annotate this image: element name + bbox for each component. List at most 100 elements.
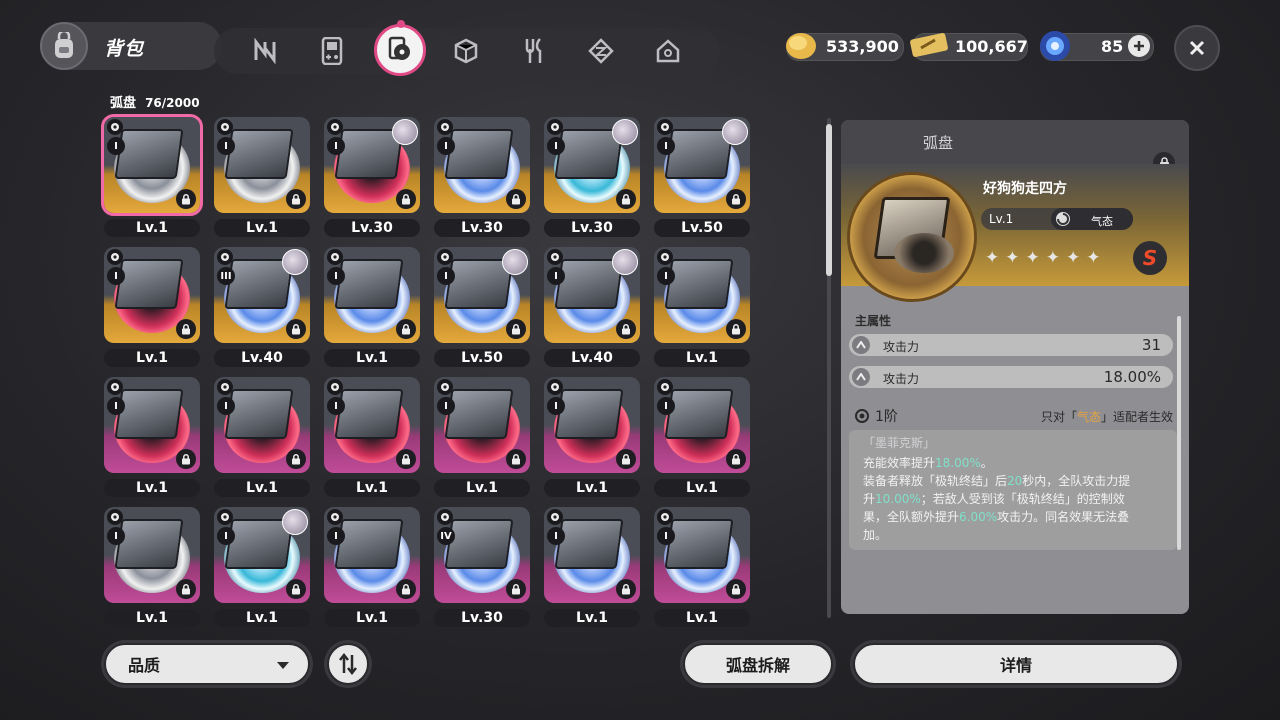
disc-card[interactable]: I — [544, 247, 640, 343]
tab-food[interactable] — [511, 28, 557, 74]
lock-icon[interactable] — [176, 579, 196, 599]
tab-boxes[interactable] — [443, 28, 489, 74]
close-icon — [1189, 40, 1205, 56]
attribute-icon — [437, 379, 453, 395]
detail-scrollbar[interactable] — [1177, 316, 1181, 550]
disc-card[interactable]: I — [654, 117, 750, 213]
lock-icon[interactable] — [286, 449, 306, 469]
disc-card[interactable]: I — [654, 507, 750, 603]
lock-icon[interactable] — [616, 189, 636, 209]
disc-case — [114, 519, 184, 569]
disc-card[interactable]: I — [434, 247, 530, 343]
lock-icon[interactable] — [616, 319, 636, 339]
tab-modules[interactable] — [578, 28, 624, 74]
disc-card[interactable]: IV — [434, 507, 530, 603]
disc-card[interactable]: I — [104, 377, 200, 473]
lock-icon[interactable] — [726, 319, 746, 339]
character-portrait-icon — [612, 249, 638, 275]
inventory-count-value: 76/2000 — [145, 96, 200, 110]
attribute-icon — [437, 509, 453, 525]
details-button[interactable]: 详情 — [853, 643, 1179, 685]
lock-icon[interactable] — [726, 579, 746, 599]
disc-name: 好狗狗走四方 — [983, 181, 1067, 197]
disc-card[interactable]: I — [324, 117, 420, 213]
rank-badge: I — [657, 527, 675, 545]
disc-card[interactable]: I — [434, 377, 530, 473]
lock-icon[interactable] — [286, 579, 306, 599]
sort-order-button[interactable] — [327, 643, 369, 685]
disc-card[interactable]: I — [214, 377, 310, 473]
rank-badge: I — [217, 527, 235, 545]
effect-text: 果，全队额外提升 — [863, 510, 960, 524]
disc-level-label: Lv.1 — [654, 609, 750, 627]
lock-icon[interactable] — [176, 319, 196, 339]
sort-label: 品质 — [128, 656, 161, 675]
set-effect-text: 充能效率提升18.00%。 装备者释放「极轨终结」后20秒内，全队攻击力提 升10.… — [863, 454, 1169, 544]
dismantle-button[interactable]: 弧盘拆解 — [683, 643, 833, 685]
disc-card[interactable]: I — [324, 377, 420, 473]
lock-icon[interactable] — [396, 319, 416, 339]
lock-icon[interactable] — [506, 449, 526, 469]
disc-card[interactable]: I — [214, 117, 310, 213]
rank-badge: I — [107, 137, 125, 155]
lock-icon[interactable] — [396, 189, 416, 209]
disc-card[interactable]: I — [544, 117, 640, 213]
lock-icon[interactable] — [726, 449, 746, 469]
tab-devices[interactable] — [309, 28, 355, 74]
tab-furniture[interactable] — [645, 28, 691, 74]
attribute-icon — [217, 119, 233, 135]
lock-icon[interactable] — [616, 579, 636, 599]
lock-icon[interactable] — [286, 189, 306, 209]
tab-materials[interactable] — [242, 28, 288, 74]
close-button[interactable] — [1174, 25, 1220, 71]
lock-icon[interactable] — [176, 189, 196, 209]
disc-case — [334, 519, 404, 569]
sort-dropdown[interactable]: 品质 — [104, 643, 310, 685]
lock-icon[interactable] — [286, 319, 306, 339]
disc-level-label: Lv.1 — [214, 479, 310, 497]
lock-icon[interactable] — [176, 449, 196, 469]
disc-card[interactable]: I — [324, 507, 420, 603]
disc-card[interactable]: I — [434, 117, 530, 213]
disc-card[interactable]: I — [324, 247, 420, 343]
disc-level-label: Lv.1 — [324, 609, 420, 627]
tier-label: 1阶 — [875, 409, 898, 425]
disc-card[interactable]: I — [544, 507, 640, 603]
chevron-down-icon — [277, 662, 289, 669]
attribute-icon — [217, 249, 233, 265]
grid-scroll-thumb[interactable] — [826, 124, 832, 276]
disc-card[interactable]: I — [544, 377, 640, 473]
cube-icon — [454, 38, 478, 64]
disc-level-label: Lv.40 — [214, 349, 310, 367]
disc-card[interactable]: I — [104, 247, 200, 343]
disc-level-label: Lv.1 — [434, 479, 530, 497]
disc-case — [114, 129, 184, 179]
lock-icon[interactable] — [506, 319, 526, 339]
inventory-count: 弧盘 76/2000 — [110, 92, 200, 111]
attribute-icon — [437, 249, 453, 265]
rank-badge: IV — [437, 527, 455, 545]
highlight-value: 6.00% — [959, 510, 998, 524]
lock-icon[interactable] — [506, 579, 526, 599]
lock-icon[interactable] — [506, 189, 526, 209]
disc-card[interactable]: III — [214, 247, 310, 343]
lock-icon[interactable] — [396, 449, 416, 469]
disc-card[interactable]: I — [214, 507, 310, 603]
disc-level-label: Lv.1 — [104, 349, 200, 367]
stat-value: 18.00% — [1103, 368, 1161, 386]
disc-card[interactable]: I — [654, 247, 750, 343]
disc-level-label: Lv.1 — [324, 479, 420, 497]
character-portrait-icon — [722, 119, 748, 145]
disc-card[interactable]: I — [101, 114, 203, 216]
disc-level-label: Lv.30 — [434, 219, 530, 237]
plus-icon — [1134, 41, 1144, 51]
lock-icon[interactable] — [726, 189, 746, 209]
lock-icon[interactable] — [396, 579, 416, 599]
add-energy-button[interactable] — [1128, 35, 1150, 57]
disc-card[interactable]: I — [104, 507, 200, 603]
disc-level: Lv.1 — [989, 212, 1014, 226]
restriction-prefix: 只对「 — [1040, 410, 1077, 424]
disc-card[interactable]: I — [654, 377, 750, 473]
lock-icon[interactable] — [616, 449, 636, 469]
tab-discs[interactable] — [374, 24, 426, 76]
